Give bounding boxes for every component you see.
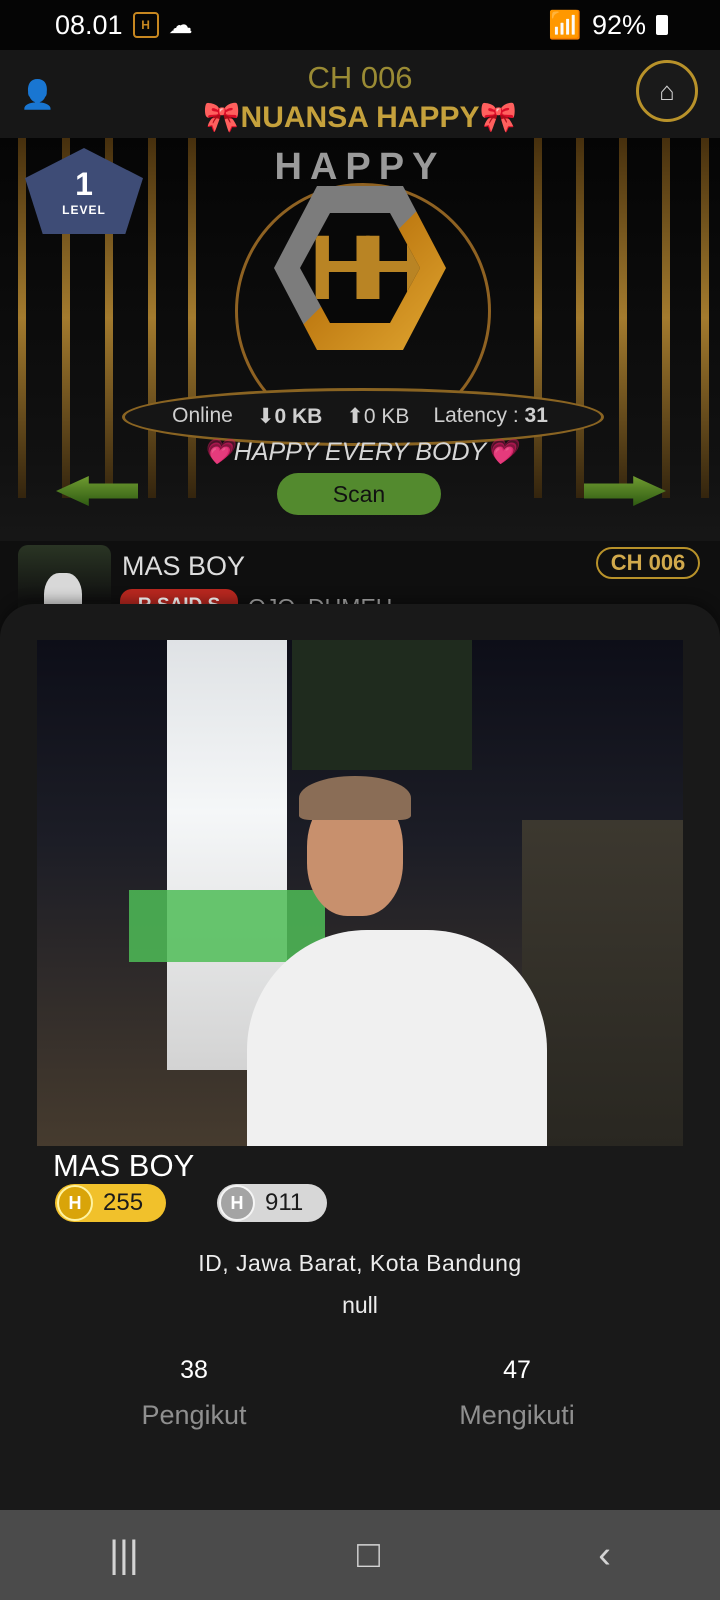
- followers-count: 38: [180, 1356, 208, 1384]
- following-label: Mengikuti: [459, 1400, 575, 1430]
- latency-stat: Latency : 31: [433, 404, 547, 429]
- back-icon[interactable]: ‹: [598, 1534, 611, 1577]
- following-stat[interactable]: 47 Mengikuti: [407, 1356, 627, 1431]
- sheet-profile-name: MAS BOY: [53, 1148, 195, 1183]
- level-label: LEVEL: [62, 202, 106, 217]
- status-left: 08.01 H ☁: [55, 10, 193, 41]
- home-nav-icon[interactable]: □: [357, 1534, 380, 1577]
- followers-stat[interactable]: 38 Pengikut: [84, 1356, 304, 1431]
- channel-code: CH 006: [307, 60, 413, 95]
- room-stage: 1 LEVEL HAPPY HH Online ⬇0 KB ⬆0 KB Late…: [0, 138, 720, 598]
- scan-button[interactable]: Scan: [277, 473, 441, 515]
- followers-label: Pengikut: [141, 1400, 247, 1430]
- status-bar: 08.01 H ☁ 📶 92%: [0, 0, 720, 50]
- profile-name: MAS BOY: [122, 551, 246, 581]
- silver-coin-balance: H 911: [217, 1184, 327, 1222]
- upload-stat: ⬆0 KB: [346, 404, 409, 429]
- home-icon[interactable]: ⌂: [636, 60, 698, 122]
- brand-logo-text: HH: [300, 213, 420, 323]
- clock-tower-illustration: [292, 640, 472, 770]
- download-prefix: ⬇: [256, 405, 275, 428]
- network-stats: Online ⬇0 KB ⬆0 KB Latency : 31: [0, 404, 720, 429]
- cloud-icon: ☁: [168, 11, 193, 39]
- channel-badge: CH 006: [596, 547, 700, 579]
- recent-apps-icon[interactable]: |||: [109, 1534, 139, 1577]
- room-motto: 💗HAPPY EVERY BODY💗: [202, 438, 518, 466]
- status-time: 08.01: [55, 9, 123, 40]
- silver-coin-amount: 911: [265, 1189, 304, 1216]
- person-cap: [299, 776, 411, 820]
- profile-photo: [37, 640, 683, 1146]
- wifi-icon: 📶: [548, 10, 582, 40]
- gold-coin-amount: 255: [103, 1189, 144, 1216]
- latency-value: 31: [524, 404, 548, 427]
- tower-light: [129, 890, 325, 962]
- person-body: [247, 930, 547, 1146]
- online-label: Online: [172, 404, 233, 427]
- channel-name: 🎀NUANSA HAPPY🎀: [203, 101, 517, 134]
- gold-coin-balance: H 255: [55, 1184, 166, 1222]
- silver-coin-icon: H: [219, 1185, 255, 1221]
- download-stat: ⬇0 KB: [257, 404, 322, 429]
- upload-value: 0 KB: [363, 405, 410, 428]
- status-battery: 92%: [591, 9, 646, 40]
- profile-location: ID, Jawa Barat, Kota Bandung: [198, 1250, 522, 1276]
- following-count: 47: [503, 1356, 531, 1384]
- app-header: 👤 CH 006 🎀NUANSA HAPPY🎀 ⌂: [0, 50, 720, 138]
- profile-bio: null: [342, 1292, 378, 1318]
- android-navigation-bar: ||| □ ‹: [0, 1510, 720, 1600]
- latency-label: Latency :: [433, 404, 519, 427]
- battery-icon: [656, 15, 668, 35]
- upload-prefix: ⬆: [346, 405, 364, 428]
- app-notification-icon: H: [132, 12, 159, 38]
- status-right: 📶 92%: [548, 9, 668, 41]
- profile-sheet: MAS BOY H 255 H 911 ID, Jawa Barat, Kota…: [0, 604, 720, 1510]
- download-value: 0 KB: [274, 405, 323, 428]
- gold-coin-icon: H: [57, 1185, 93, 1221]
